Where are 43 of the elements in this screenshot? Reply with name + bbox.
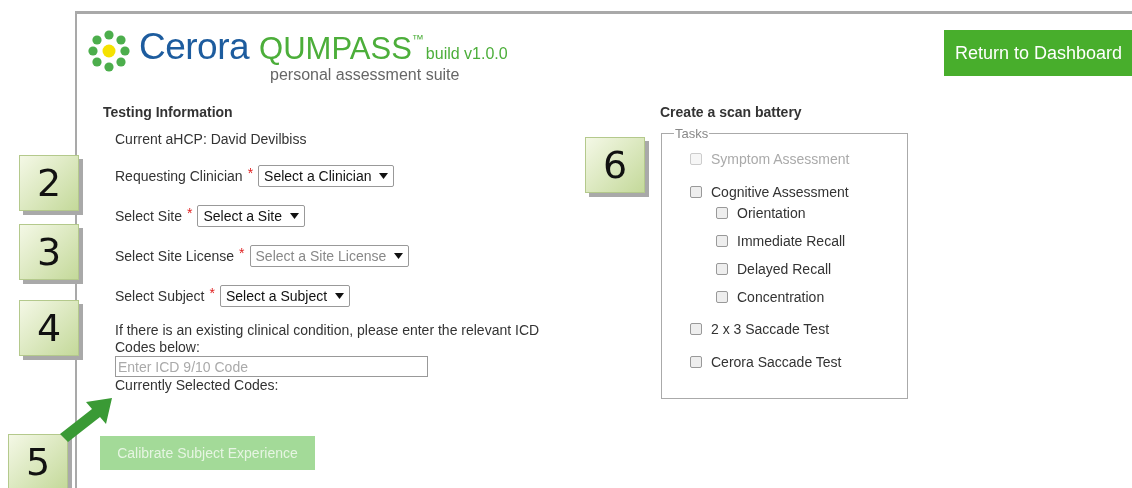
field-label: Select Subject (115, 288, 205, 304)
task-label: Cognitive Assessment (711, 184, 849, 200)
checkbox[interactable] (716, 263, 728, 275)
section-title: Testing Information (103, 104, 234, 120)
task-label: Immediate Recall (737, 233, 846, 249)
group-legend: Tasks (674, 126, 710, 141)
field-label: Requesting Clinician (115, 168, 243, 184)
task-label: 2 x 3 Saccade Test (711, 321, 830, 337)
current-ahcp-text: Current aHCP: David Devilbiss (115, 131, 308, 147)
select-dropdown[interactable]: Select a Clinician (258, 165, 395, 187)
required-mark: * (186, 205, 193, 221)
checkbox[interactable] (690, 323, 702, 335)
select-dropdown[interactable]: Select a Site (197, 205, 305, 227)
build-version: build v1.0.0 (425, 45, 508, 63)
section-title: Create a scan battery (660, 104, 803, 120)
icd-code-field[interactable]: Enter ICD 9/10 Code (115, 356, 428, 377)
caret-icon (394, 253, 404, 259)
task-label: Delayed Recall (737, 261, 832, 277)
field-label: Select Site (115, 208, 182, 224)
icd-instructions: If there is an existing clinical condition, please enter the relevant ICD Codes below: (115, 322, 541, 356)
checkbox[interactable] (716, 235, 728, 247)
checkbox[interactable] (690, 186, 702, 198)
trademark-mark: ™ (411, 32, 424, 46)
checkbox[interactable] (716, 291, 728, 303)
checkbox[interactable] (716, 207, 728, 219)
caret-icon (335, 293, 345, 299)
caret-icon (290, 213, 299, 219)
required-mark: * (209, 285, 215, 301)
required-mark: * (247, 165, 254, 181)
task-label: Orientation (737, 205, 806, 221)
selected-codes-label: Currently Selected Codes: (115, 377, 280, 393)
brand-name: Cerora (139, 26, 250, 68)
task-label: Symptom Assessment (711, 151, 850, 167)
logo-icon (87, 30, 131, 72)
tagline: personal assessment suite (270, 66, 461, 84)
caret-icon (379, 173, 389, 179)
checkbox[interactable] (690, 356, 702, 368)
task-label: Cerora Saccade Test (711, 354, 842, 370)
field-label: Select Site License (115, 248, 235, 264)
select-dropdown[interactable]: Select a Subject (219, 285, 351, 307)
task-label: Concentration (737, 289, 825, 305)
product-name: QUMPASS (259, 31, 412, 67)
required-mark: * (239, 245, 245, 261)
